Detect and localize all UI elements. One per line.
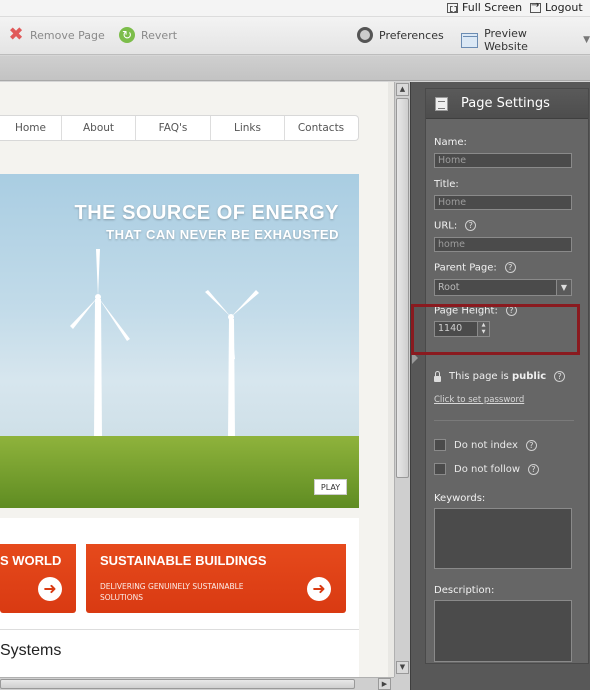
toolbar-subbar — [0, 56, 590, 81]
parent-page-value: Root — [438, 282, 460, 293]
page-settings-panel: Page Settings Name: Home Title: Home URL… — [410, 82, 590, 690]
arrow-right-icon[interactable]: ➜ — [38, 577, 62, 601]
website-preview: Home About FAQ's Links Contacts THE SOUR… — [0, 82, 388, 677]
promo-right-title: SUSTAINABLE BUILDINGS — [100, 553, 267, 568]
help-icon[interactable]: ? — [528, 463, 540, 475]
set-password-link[interactable]: Click to set password — [434, 395, 524, 405]
logout-label: Logout — [545, 1, 583, 14]
panel-title: Page Settings — [461, 96, 550, 111]
fullscreen-link[interactable]: Full Screen — [447, 1, 522, 14]
revert-button[interactable]: ↻ Revert — [119, 27, 177, 43]
scroll-right-button[interactable]: ▶ — [378, 678, 391, 690]
fullscreen-label: Full Screen — [462, 1, 523, 14]
help-icon[interactable]: ? — [525, 439, 537, 451]
keywords-textarea[interactable] — [434, 508, 572, 569]
hero-banner: THE SOURCE OF ENERGY THAT CAN NEVER BE E… — [0, 174, 359, 508]
help-icon[interactable]: ? — [465, 220, 477, 231]
page-settings-box: Page Settings Name: Home Title: Home URL… — [425, 88, 589, 664]
scroll-down-button[interactable]: ▼ — [396, 661, 409, 674]
remove-icon: ✖ — [8, 24, 24, 45]
lock-icon — [434, 370, 441, 382]
logout-link[interactable]: Logout — [530, 0, 583, 14]
visibility-row: This page is public? — [434, 370, 566, 382]
site-nav-home[interactable]: Home — [0, 116, 62, 140]
site-nav-faqs[interactable]: FAQ's — [136, 116, 211, 140]
help-icon[interactable]: ? — [504, 262, 516, 273]
site-nav-links[interactable]: Links — [211, 116, 285, 140]
nofollow-row[interactable]: Do not follow? — [434, 463, 540, 475]
gear-icon — [357, 27, 373, 43]
description-label: Description: — [434, 585, 495, 596]
revert-icon: ↻ — [119, 27, 135, 43]
keywords-label: Keywords: — [434, 493, 486, 504]
site-nav-about[interactable]: About — [62, 116, 136, 140]
remove-page-label: Remove Page — [30, 28, 105, 42]
preview-website-button[interactable]: Preview Website ▼ — [461, 27, 590, 53]
visibility-value: public — [511, 371, 547, 382]
help-icon[interactable]: ? — [554, 371, 566, 382]
logout-icon — [530, 0, 541, 13]
horizontal-scrollbar[interactable]: ▶ — [0, 677, 394, 690]
noindex-checkbox[interactable] — [434, 439, 446, 451]
site-nav: Home About FAQ's Links Contacts — [0, 115, 359, 141]
site-nav-contacts[interactable]: Contacts — [285, 116, 357, 140]
wind-turbine-left — [70, 249, 130, 439]
url-label-row: URL:? — [434, 220, 477, 232]
panel-divider — [434, 420, 574, 421]
description-textarea[interactable] — [434, 600, 572, 662]
preview-label: Preview Website — [484, 27, 528, 53]
name-field[interactable]: Home — [434, 153, 572, 168]
promo-right-subtitle: DELIVERING GENUINELY SUSTAINABLE SOLUTIO… — [100, 582, 244, 602]
noindex-label: Do not index — [454, 439, 518, 451]
vertical-scroll-thumb[interactable] — [396, 98, 409, 478]
utility-bar: Full Screen Logout — [0, 0, 590, 17]
parent-page-label: Parent Page: — [434, 262, 497, 274]
title-label: Title: — [434, 179, 459, 190]
url-field[interactable]: home — [434, 237, 572, 252]
promo-left-title: S WORLD — [0, 553, 62, 568]
title-field[interactable]: Home — [434, 195, 572, 210]
nofollow-label: Do not follow — [454, 463, 521, 475]
preferences-label: Preferences — [379, 28, 444, 42]
visibility-prefix: This page is — [449, 371, 509, 382]
scrollbar-corner — [394, 677, 410, 690]
website-canvas[interactable]: Home About FAQ's Links Contacts THE SOUR… — [0, 82, 394, 677]
preferences-button[interactable]: Preferences — [357, 27, 444, 43]
page-height-highlight — [411, 304, 580, 355]
remove-page-button[interactable]: ✖ Remove Page — [8, 24, 105, 45]
promo-box-right[interactable]: SUSTAINABLE BUILDINGS DELIVERING GENUINE… — [86, 544, 346, 613]
wind-turbine-right — [205, 290, 259, 439]
parent-page-label-row: Parent Page:? — [434, 262, 516, 274]
name-label: Name: — [434, 137, 467, 148]
editor-toolbar: ✖ Remove Page ↻ Revert Preferences Previ… — [0, 17, 590, 55]
grass-field — [0, 436, 359, 508]
revert-label: Revert — [141, 28, 178, 42]
vertical-scrollbar[interactable]: ▲ ▼ — [394, 82, 410, 677]
noindex-row[interactable]: Do not index? — [434, 439, 537, 451]
section-heading: Systems — [0, 642, 62, 659]
arrow-right-icon[interactable]: ➜ — [307, 577, 331, 601]
chevron-down-icon[interactable]: ▼ — [583, 35, 590, 45]
content-divider — [0, 629, 359, 630]
url-label: URL: — [434, 220, 458, 232]
horizontal-scroll-thumb[interactable] — [0, 679, 355, 689]
document-icon — [435, 97, 448, 111]
play-button[interactable]: PLAY — [314, 479, 347, 495]
chevron-down-icon[interactable]: ▼ — [556, 280, 571, 295]
preview-icon — [461, 32, 479, 48]
nofollow-checkbox[interactable] — [434, 463, 446, 475]
promo-box-left[interactable]: S WORLD ➜ — [0, 544, 76, 613]
scroll-up-button[interactable]: ▲ — [396, 83, 409, 96]
parent-page-select[interactable]: Root ▼ — [434, 279, 572, 296]
fullscreen-icon — [447, 2, 458, 13]
panel-header: Page Settings — [426, 89, 588, 119]
